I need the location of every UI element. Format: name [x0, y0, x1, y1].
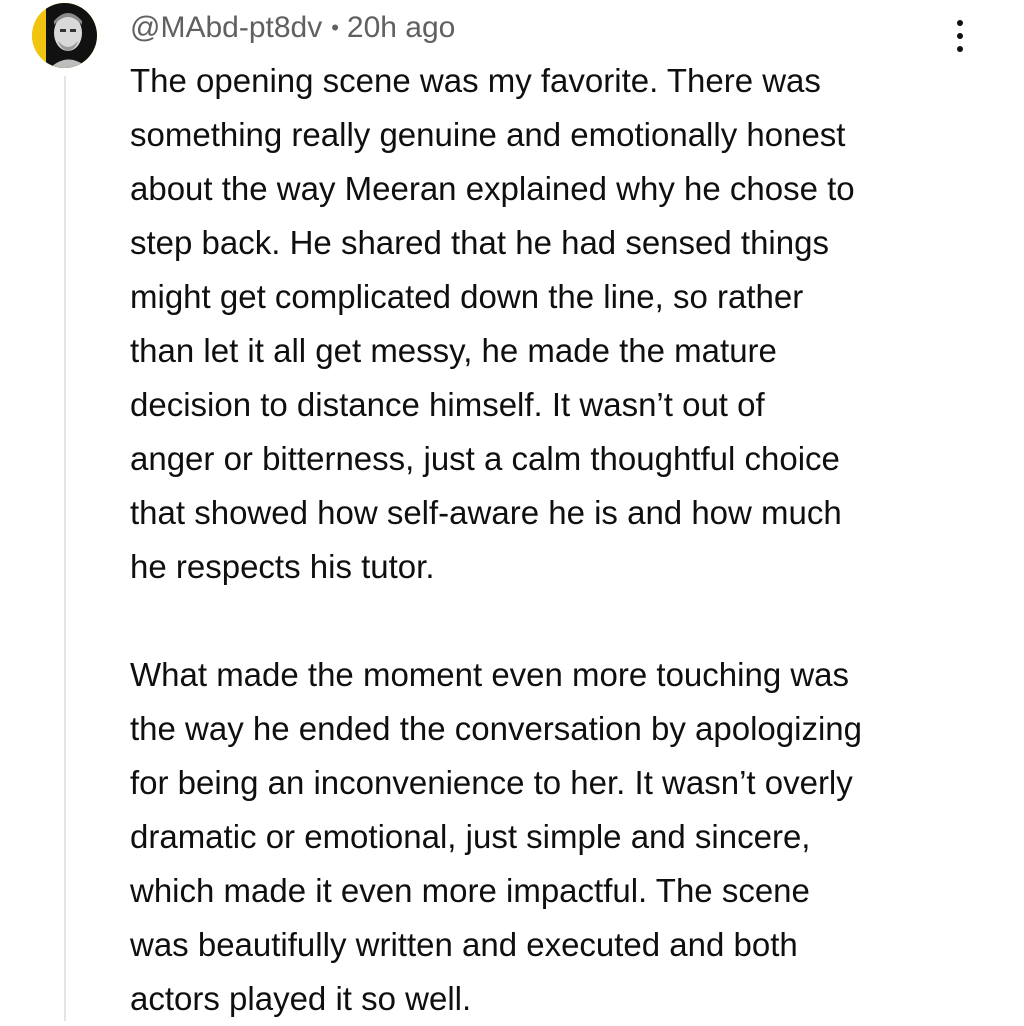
comment-paragraph-1: The opening scene was my favorite. There… — [130, 54, 1000, 594]
comment-body: The opening scene was my favorite. There… — [130, 54, 1000, 1026]
comment-meta: @MAbd-pt8dv • 20h ago — [130, 8, 455, 48]
author-handle[interactable]: @MAbd-pt8dv — [130, 11, 322, 45]
comment-line: he respects his tutor. — [130, 548, 435, 585]
comment-thread: @MAbd-pt8dv • 20h ago The opening scene … — [0, 0, 1024, 1021]
avatar[interactable] — [32, 3, 97, 68]
comment-line: the way he ended the conversation by apo… — [130, 710, 863, 747]
comment-line: The opening scene was my favorite. There… — [130, 62, 821, 99]
comment-line: dramatic or emotional, just simple and s… — [130, 818, 811, 855]
thread-line — [64, 76, 66, 1021]
user-portrait-icon — [32, 3, 97, 68]
comment-line: step back. He shared that he had sensed … — [130, 224, 829, 261]
comment-paragraph-2: What made the moment even more touching … — [130, 648, 1000, 1026]
comment-line: that showed how self-aware he is and how… — [130, 494, 842, 531]
meta-separator: • — [331, 15, 339, 40]
comment-line: than let it all get messy, he made the m… — [130, 332, 777, 369]
comment-line: was beautifully written and executed and… — [130, 926, 798, 963]
comment-line: What made the moment even more touching … — [130, 656, 850, 693]
comment-timestamp[interactable]: 20h ago — [347, 11, 455, 45]
comment-line: actors played it so well. — [130, 980, 472, 1017]
comment-line: anger or bitterness, just a calm thought… — [130, 440, 840, 477]
more-vert-icon[interactable] — [940, 14, 980, 58]
comment-line: something really genuine and emotionally… — [130, 116, 846, 153]
comment-line: decision to distance himself. It wasn’t … — [130, 386, 765, 423]
comment-line: might get complicated down the line, so … — [130, 278, 804, 315]
comment-line: which made it even more impactful. The s… — [130, 872, 810, 909]
comment-line: about the way Meeran explained why he ch… — [130, 170, 855, 207]
comment-line: for being an inconvenience to her. It wa… — [130, 764, 853, 801]
